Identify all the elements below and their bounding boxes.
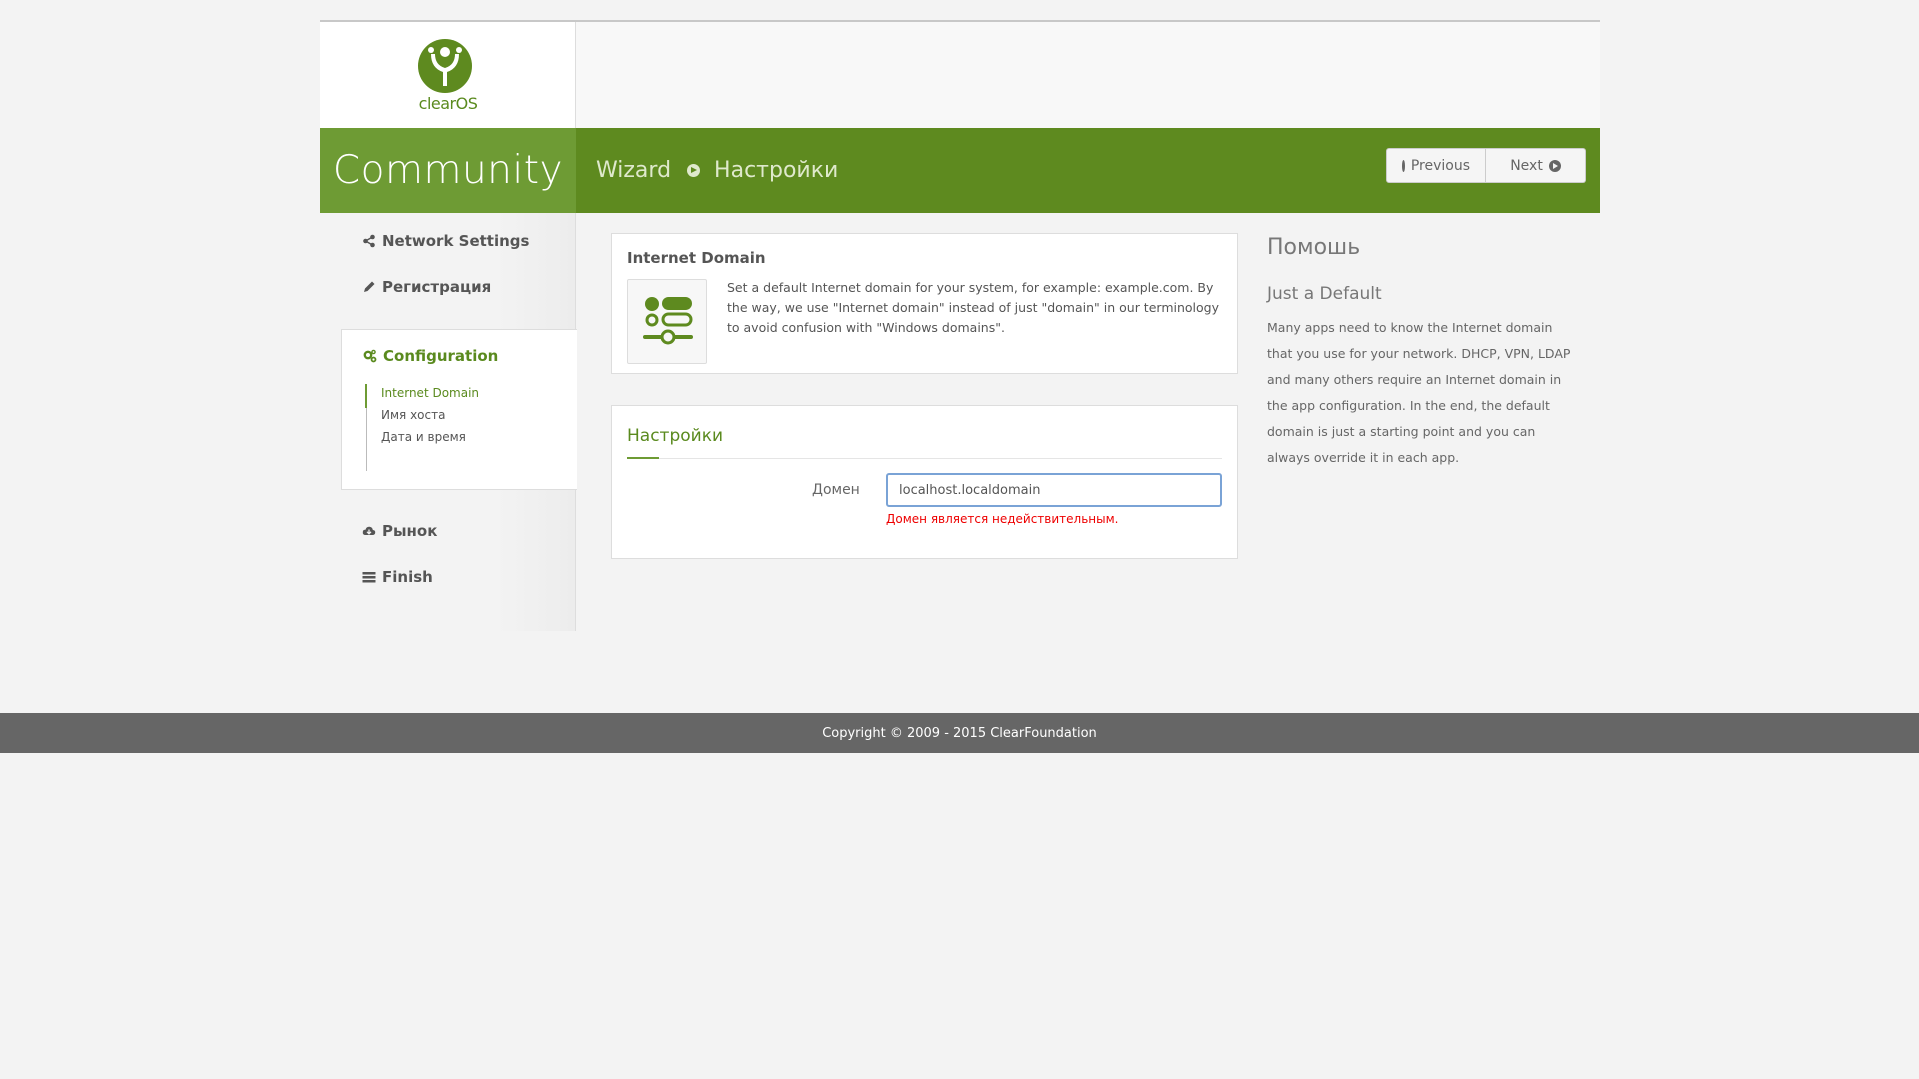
cloud-download-icon: [362, 526, 376, 535]
previous-button[interactable]: Previous: [1386, 148, 1486, 183]
breadcrumb-current: Настройки: [714, 158, 839, 183]
arrow-circle-left-icon: [1402, 159, 1410, 172]
form-title-divider: [627, 458, 1222, 459]
subnav-item-date-time[interactable]: Дата и время: [381, 430, 466, 444]
sidebar-item-label: Network Settings: [382, 232, 530, 250]
breadcrumb: Wizard Настройки: [596, 128, 838, 213]
form-title-accent: [627, 457, 659, 459]
banner: Community Wizard Настройки Previous Next: [320, 128, 1600, 213]
domain-error-message: Домен является недействительным.: [886, 512, 1119, 526]
next-label: Next: [1510, 157, 1543, 174]
help-title: Помошь: [1267, 235, 1361, 260]
info-description: Set a default Internet domain for your s…: [727, 280, 1219, 335]
sidebar-item-label: Регистрация: [382, 278, 492, 296]
help-subtitle: Just a Default: [1267, 284, 1382, 304]
copyright-text: Copyright © 2009 - 2015 ClearFoundation: [822, 725, 1097, 741]
sidebar: Network Settings Регистрация Configurati…: [320, 213, 577, 631]
sidebar-item-registration[interactable]: Регистрация: [362, 278, 491, 296]
app-frame: clearOS Community Wizard Настройки Previ…: [320, 20, 1600, 631]
gears-icon: [363, 349, 377, 363]
subnav-active-marker: [365, 384, 367, 408]
logo-text: clearOS: [418, 94, 478, 113]
domain-input[interactable]: [886, 473, 1222, 507]
clearos-logo-icon: [418, 39, 472, 93]
domain-label: Домен: [812, 482, 860, 498]
app-icon: [627, 279, 707, 364]
sidebar-item-marketplace[interactable]: Рынок: [362, 522, 437, 540]
sidebar-item-label: Finish: [382, 568, 433, 586]
share-icon: [363, 234, 375, 248]
pencil-icon: [364, 281, 375, 292]
settings-form-panel: Настройки Домен Домен является недействи…: [611, 405, 1238, 559]
sidebar-item-configuration[interactable]: Configuration: [363, 347, 498, 365]
header: clearOS: [320, 20, 1600, 130]
sidebar-active-section: Configuration Internet Domain Имя хоста …: [341, 329, 577, 490]
arrow-circle-right-icon: [1548, 159, 1561, 172]
edition-title: Community: [320, 128, 576, 213]
arrow-circle-right-icon: [687, 164, 701, 177]
logo[interactable]: clearOS: [320, 22, 576, 130]
sidebar-item-label: Рынок: [382, 522, 438, 540]
app-info-panel: Internet Domain Set a default Internet d…: [611, 233, 1238, 374]
tasks-icon: [362, 572, 376, 583]
subnav-item-hostname[interactable]: Имя хоста: [381, 408, 445, 422]
subnav-item-internet-domain[interactable]: Internet Domain: [381, 386, 479, 400]
next-button[interactable]: Next: [1486, 148, 1586, 183]
help-text: Many apps need to know the Internet doma…: [1267, 320, 1571, 465]
sidebar-item-label: Configuration: [383, 347, 499, 365]
footer: Copyright © 2009 - 2015 ClearFoundation: [0, 713, 1919, 753]
form-title: Настройки: [627, 426, 724, 446]
previous-label: Previous: [1410, 157, 1470, 174]
breadcrumb-wizard[interactable]: Wizard: [596, 158, 671, 183]
settings-sliders-icon: [643, 297, 693, 345]
sidebar-item-finish[interactable]: Finish: [362, 568, 433, 586]
wizard-nav-buttons: Previous Next: [1386, 148, 1586, 183]
sidebar-item-network-settings[interactable]: Network Settings: [362, 232, 529, 250]
info-title: Internet Domain: [627, 249, 766, 267]
